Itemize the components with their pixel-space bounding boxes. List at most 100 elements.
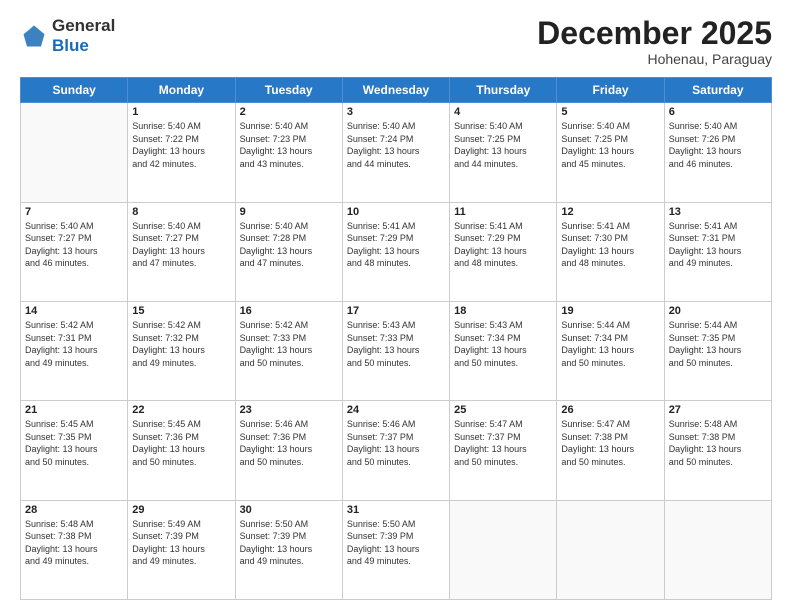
table-row <box>664 500 771 599</box>
col-monday: Monday <box>128 78 235 103</box>
table-row: 12 Sunrise: 5:41 AM Sunset: 7:30 PM Dayli… <box>557 202 664 301</box>
day-info: Sunrise: 5:40 AM Sunset: 7:25 PM Dayligh… <box>561 120 659 170</box>
day-info: Sunrise: 5:46 AM Sunset: 7:36 PM Dayligh… <box>240 418 338 468</box>
day-info: Sunrise: 5:40 AM Sunset: 7:24 PM Dayligh… <box>347 120 445 170</box>
logo-blue: Blue <box>52 36 89 55</box>
day-number: 12 <box>561 206 659 218</box>
calendar-week-row: 28 Sunrise: 5:48 AM Sunset: 7:38 PM Dayli… <box>21 500 772 599</box>
day-info: Sunrise: 5:47 AM Sunset: 7:38 PM Dayligh… <box>561 418 659 468</box>
day-number: 1 <box>132 106 230 118</box>
calendar-header-row: Sunday Monday Tuesday Wednesday Thursday… <box>21 78 772 103</box>
logo-text: General Blue <box>52 16 115 56</box>
logo-general: General <box>52 16 115 35</box>
table-row <box>21 103 128 202</box>
table-row: 21Sunrise: 5:45 AM Sunset: 7:35 PM Dayli… <box>21 401 128 500</box>
day-number: 14 <box>25 305 123 317</box>
table-row: 18Sunrise: 5:43 AM Sunset: 7:34 PM Dayli… <box>450 301 557 400</box>
day-info: Sunrise: 5:48 AM Sunset: 7:38 PM Dayligh… <box>25 518 123 568</box>
day-number: 27 <box>669 404 767 416</box>
day-number: 30 <box>240 504 338 516</box>
day-number: 16 <box>240 305 338 317</box>
table-row: 24 Sunrise: 5:46 AM Sunset: 7:37 PM Dayli… <box>342 401 449 500</box>
day-info: Sunrise: 5:40 AM Sunset: 7:22 PM Dayligh… <box>132 120 230 170</box>
day-info: Sunrise: 5:40 AM Sunset: 7:26 PM Dayligh… <box>669 120 767 170</box>
table-row: 6 Sunrise: 5:40 AM Sunset: 7:26 PM Daylig… <box>664 103 771 202</box>
day-number: 15 <box>132 305 230 317</box>
day-info: Sunrise: 5:49 AM Sunset: 7:39 PM Dayligh… <box>132 518 230 568</box>
calendar-table: Sunday Monday Tuesday Wednesday Thursday… <box>20 77 772 600</box>
day-number: 24 <box>347 404 445 416</box>
table-row: 25Sunrise: 5:47 AM Sunset: 7:37 PM Dayli… <box>450 401 557 500</box>
day-info: Sunrise: 5:47 AM Sunset: 7:37 PM Dayligh… <box>454 418 552 468</box>
day-info: Sunrise: 5:42 AM Sunset: 7:33 PM Dayligh… <box>240 319 338 369</box>
day-info: Sunrise: 5:48 AM Sunset: 7:38 PM Dayligh… <box>669 418 767 468</box>
day-info: Sunrise: 5:41 AM Sunset: 7:31 PM Dayligh… <box>669 220 767 270</box>
table-row: 17Sunrise: 5:43 AM Sunset: 7:33 PM Dayli… <box>342 301 449 400</box>
day-info: Sunrise: 5:42 AM Sunset: 7:31 PM Dayligh… <box>25 319 123 369</box>
day-number: 28 <box>25 504 123 516</box>
table-row: 16 Sunrise: 5:42 AM Sunset: 7:33 PM Dayli… <box>235 301 342 400</box>
day-number: 26 <box>561 404 659 416</box>
day-info: Sunrise: 5:42 AM Sunset: 7:32 PM Dayligh… <box>132 319 230 369</box>
month-title: December 2025 <box>537 16 772 51</box>
day-number: 8 <box>132 206 230 218</box>
logo-icon <box>20 22 48 50</box>
table-row: 19Sunrise: 5:44 AM Sunset: 7:34 PM Dayli… <box>557 301 664 400</box>
day-number: 3 <box>347 106 445 118</box>
table-row: 10Sunrise: 5:41 AM Sunset: 7:29 PM Dayli… <box>342 202 449 301</box>
table-row: 1 Sunrise: 5:40 AM Sunset: 7:22 PM Daylig… <box>128 103 235 202</box>
table-row: 13 Sunrise: 5:41 AM Sunset: 7:31 PM Dayli… <box>664 202 771 301</box>
col-tuesday: Tuesday <box>235 78 342 103</box>
table-row: 29 Sunrise: 5:49 AM Sunset: 7:39 PM Dayli… <box>128 500 235 599</box>
day-number: 20 <box>669 305 767 317</box>
day-number: 13 <box>669 206 767 218</box>
logo: General Blue <box>20 16 115 56</box>
day-info: Sunrise: 5:40 AM Sunset: 7:27 PM Dayligh… <box>25 220 123 270</box>
table-row: 7Sunrise: 5:40 AM Sunset: 7:27 PM Daylig… <box>21 202 128 301</box>
day-number: 10 <box>347 206 445 218</box>
table-row: 3 Sunrise: 5:40 AM Sunset: 7:24 PM Daylig… <box>342 103 449 202</box>
calendar-week-row: 1 Sunrise: 5:40 AM Sunset: 7:22 PM Daylig… <box>21 103 772 202</box>
col-friday: Friday <box>557 78 664 103</box>
day-number: 31 <box>347 504 445 516</box>
col-thursday: Thursday <box>450 78 557 103</box>
day-number: 29 <box>132 504 230 516</box>
day-info: Sunrise: 5:45 AM Sunset: 7:35 PM Dayligh… <box>25 418 123 468</box>
col-wednesday: Wednesday <box>342 78 449 103</box>
table-row: 30 Sunrise: 5:50 AM Sunset: 7:39 PM Dayli… <box>235 500 342 599</box>
day-number: 4 <box>454 106 552 118</box>
table-row: 28 Sunrise: 5:48 AM Sunset: 7:38 PM Dayli… <box>21 500 128 599</box>
table-row: 15 Sunrise: 5:42 AM Sunset: 7:32 PM Dayli… <box>128 301 235 400</box>
table-row: 11 Sunrise: 5:41 AM Sunset: 7:29 PM Dayli… <box>450 202 557 301</box>
table-row: 22 Sunrise: 5:45 AM Sunset: 7:36 PM Dayli… <box>128 401 235 500</box>
day-number: 18 <box>454 305 552 317</box>
day-info: Sunrise: 5:46 AM Sunset: 7:37 PM Dayligh… <box>347 418 445 468</box>
table-row: 5Sunrise: 5:40 AM Sunset: 7:25 PM Daylig… <box>557 103 664 202</box>
calendar-week-row: 14 Sunrise: 5:42 AM Sunset: 7:31 PM Dayli… <box>21 301 772 400</box>
table-row <box>450 500 557 599</box>
day-number: 19 <box>561 305 659 317</box>
day-number: 9 <box>240 206 338 218</box>
col-sunday: Sunday <box>21 78 128 103</box>
col-saturday: Saturday <box>664 78 771 103</box>
day-number: 11 <box>454 206 552 218</box>
day-info: Sunrise: 5:40 AM Sunset: 7:23 PM Dayligh… <box>240 120 338 170</box>
day-info: Sunrise: 5:45 AM Sunset: 7:36 PM Dayligh… <box>132 418 230 468</box>
day-number: 17 <box>347 305 445 317</box>
day-info: Sunrise: 5:40 AM Sunset: 7:25 PM Dayligh… <box>454 120 552 170</box>
day-info: Sunrise: 5:41 AM Sunset: 7:29 PM Dayligh… <box>454 220 552 270</box>
calendar-week-row: 21Sunrise: 5:45 AM Sunset: 7:35 PM Dayli… <box>21 401 772 500</box>
table-row: 8Sunrise: 5:40 AM Sunset: 7:27 PM Daylig… <box>128 202 235 301</box>
day-info: Sunrise: 5:50 AM Sunset: 7:39 PM Dayligh… <box>240 518 338 568</box>
day-number: 22 <box>132 404 230 416</box>
table-row: 23Sunrise: 5:46 AM Sunset: 7:36 PM Dayli… <box>235 401 342 500</box>
table-row: 31Sunrise: 5:50 AM Sunset: 7:39 PM Dayli… <box>342 500 449 599</box>
table-row <box>557 500 664 599</box>
table-row: 4 Sunrise: 5:40 AM Sunset: 7:25 PM Daylig… <box>450 103 557 202</box>
day-info: Sunrise: 5:41 AM Sunset: 7:30 PM Dayligh… <box>561 220 659 270</box>
day-number: 6 <box>669 106 767 118</box>
table-row: 20Sunrise: 5:44 AM Sunset: 7:35 PM Dayli… <box>664 301 771 400</box>
location-subtitle: Hohenau, Paraguay <box>537 51 772 67</box>
title-block: December 2025 Hohenau, Paraguay <box>537 16 772 67</box>
day-number: 2 <box>240 106 338 118</box>
